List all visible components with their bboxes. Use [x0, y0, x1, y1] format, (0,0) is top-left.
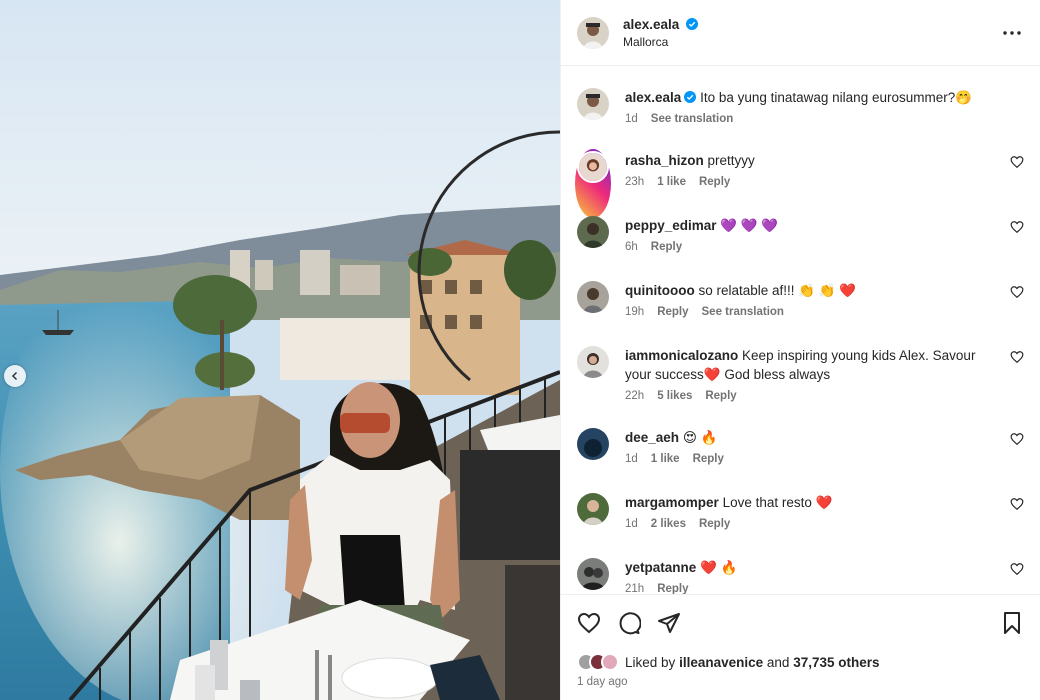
verified-badge-icon — [684, 91, 697, 103]
heart-icon[interactable] — [1010, 497, 1024, 511]
post-location[interactable]: Mallorca — [623, 35, 698, 49]
photo-scene — [0, 0, 560, 700]
comment-time[interactable]: 19h — [625, 306, 644, 318]
comment-item: peppy_edimar 💜 💜 💜 6h Reply — [577, 216, 1024, 281]
avatar[interactable] — [577, 493, 609, 525]
heart-icon[interactable] — [1010, 562, 1024, 576]
comment-text: ❤️ 🔥 — [700, 560, 738, 575]
comment-item: margamomper Love that resto ❤️ 1d 2 like… — [577, 493, 1024, 558]
bookmark-icon[interactable] — [1000, 611, 1024, 635]
reply-button[interactable]: Reply — [699, 518, 730, 530]
comment-item: dee_aeh 😍 🔥 1d 1 like Reply — [577, 428, 1024, 493]
comment-item: rasha_hizon prettyyy 23h 1 like Reply — [575, 149, 1024, 218]
comment-text: Love that resto ❤️ — [722, 495, 833, 510]
avatar — [577, 151, 609, 183]
post-actions-bar — [561, 594, 1040, 650]
comment-username[interactable]: iammonicalozano — [625, 348, 738, 363]
heart-icon[interactable] — [1010, 432, 1024, 446]
avatar[interactable] — [577, 428, 609, 460]
liked-by-prefix: Liked by — [625, 654, 676, 670]
post-header: alex.eala Mallorca — [561, 0, 1040, 66]
comment-username[interactable]: rasha_hizon — [625, 153, 704, 168]
carousel-prev-button[interactable] — [4, 365, 26, 387]
share-icon[interactable] — [657, 611, 681, 635]
heart-icon[interactable] — [1010, 220, 1024, 234]
heart-icon[interactable] — [1010, 350, 1024, 364]
heart-icon[interactable] — [577, 611, 601, 635]
post-author-username[interactable]: alex.eala — [623, 17, 679, 32]
comment-username[interactable]: yetpatanne — [625, 560, 696, 575]
comment-item: yetpatanne ❤️ 🔥 21h Reply — [577, 558, 1024, 594]
liked-by-user[interactable]: illeanavenice — [679, 655, 763, 670]
post-photo[interactable] — [0, 0, 560, 700]
verified-badge-icon — [685, 17, 698, 30]
comment-time[interactable]: 1d — [625, 453, 638, 465]
post-modal: alex.eala Mallorca alex.eala Ito ba yung… — [0, 0, 1040, 700]
more-options-button[interactable] — [1000, 21, 1024, 45]
reply-button[interactable]: Reply — [651, 241, 682, 253]
comment-likes[interactable]: 1 like — [657, 176, 686, 188]
comment-text: 💜 💜 💜 — [720, 218, 779, 233]
liked-by-and: and — [766, 654, 790, 670]
comment-text: 😍 🔥 — [682, 430, 718, 445]
story-ring[interactable] — [575, 149, 611, 218]
comment-icon[interactable] — [617, 611, 641, 635]
comment-time[interactable]: 22h — [625, 390, 644, 402]
chevron-left-icon — [11, 371, 18, 381]
comment-time[interactable]: 23h — [625, 176, 644, 188]
comment-username[interactable]: peppy_edimar — [625, 218, 717, 233]
comment-text: so relatable af!!! 👏 👏 ❤️ — [698, 283, 857, 298]
caption-emoji: 🤭 — [955, 90, 973, 105]
reply-button[interactable]: Reply — [693, 453, 724, 465]
reply-button[interactable]: Reply — [699, 176, 730, 188]
more-options-icon — [1003, 30, 1021, 35]
likes-summary: Liked by illeanavenice and 37,735 others — [561, 650, 1040, 674]
likes-count[interactable]: 37,735 others — [793, 655, 879, 670]
avatar[interactable] — [577, 281, 609, 313]
heart-icon[interactable] — [1010, 155, 1024, 169]
comment-likes[interactable]: 2 likes — [651, 518, 686, 530]
comment-username[interactable]: margamomper — [625, 495, 719, 510]
comment-text: prettyyy — [707, 153, 755, 168]
post-side-panel: alex.eala Mallorca alex.eala Ito ba yung… — [560, 0, 1040, 700]
see-translation-link[interactable]: See translation — [702, 306, 784, 318]
comment-likes[interactable]: 5 likes — [657, 390, 692, 402]
liked-by-avatars[interactable] — [577, 653, 619, 671]
avatar[interactable] — [577, 16, 609, 49]
comment-time[interactable]: 6h — [625, 241, 638, 253]
reply-button[interactable]: Reply — [657, 306, 688, 318]
caption-username[interactable]: alex.eala — [625, 90, 681, 105]
avatar[interactable] — [577, 88, 609, 120]
comment-item: quinitoooo so relatable af!!! 👏 👏 ❤️ 19h… — [577, 281, 1024, 346]
comment-username[interactable]: dee_aeh — [625, 430, 679, 445]
comment-username[interactable]: quinitoooo — [625, 283, 695, 298]
avatar[interactable] — [577, 346, 609, 378]
comment-time[interactable]: 21h — [625, 583, 644, 594]
comment-likes[interactable]: 1 like — [651, 453, 680, 465]
caption-text: Ito ba yung tinatawag nilang eurosummer? — [700, 90, 956, 105]
caption-time[interactable]: 1d — [625, 113, 638, 125]
comment-time[interactable]: 1d — [625, 518, 638, 530]
reply-button[interactable]: Reply — [705, 390, 736, 402]
avatar[interactable] — [577, 558, 609, 590]
avatar[interactable] — [577, 216, 609, 248]
reply-button[interactable]: Reply — [657, 583, 688, 594]
post-caption: alex.eala Ito ba yung tinatawag nilang e… — [577, 88, 1024, 151]
post-timestamp[interactable]: 1 day ago — [561, 674, 1040, 688]
comment-item: iammonicalozano Keep inspiring young kid… — [577, 346, 1024, 428]
comments-list[interactable]: alex.eala Ito ba yung tinatawag nilang e… — [561, 66, 1040, 594]
see-translation-link[interactable]: See translation — [651, 113, 733, 125]
heart-icon[interactable] — [1010, 285, 1024, 299]
